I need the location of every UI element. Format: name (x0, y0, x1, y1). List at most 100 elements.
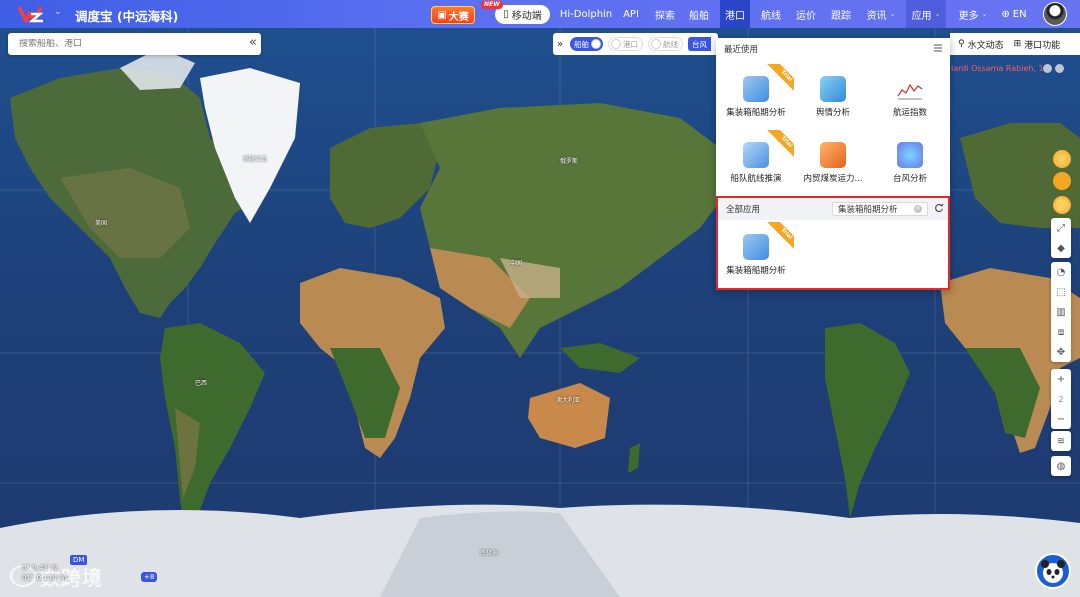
search-box: « (8, 33, 261, 55)
port-function-button[interactable]: ⊞ 港口功能 (1014, 38, 1061, 51)
chevron-down-icon[interactable]: ⌄ (54, 7, 62, 17)
app-label: 集装箱船期分析 (726, 108, 786, 118)
app-label: 集装箱船期分析 (726, 266, 786, 276)
mobile-button[interactable]: ▯ 移动端 (495, 5, 550, 24)
assistant-avatar[interactable] (1035, 553, 1071, 589)
map-label-russia: 俄罗斯 (560, 158, 579, 165)
app-search-input[interactable]: 集装箱船期分析 × (832, 202, 928, 216)
zoom-out-button[interactable]: − (1051, 409, 1071, 429)
nav-news[interactable]: 资讯 ⌄ (862, 0, 900, 28)
list-menu-icon[interactable] (934, 44, 942, 52)
settings-icon[interactable] (1043, 64, 1052, 73)
user-avatar[interactable] (1043, 2, 1067, 26)
wave-icon: ⚲ (958, 39, 965, 49)
globe-icon: ◍ (1056, 460, 1066, 472)
trial-ribbon: Trial (766, 130, 794, 158)
nav-label: Hi-Dolphin (559, 8, 613, 20)
fullscreen-icon[interactable]: ⤢ (1051, 218, 1071, 238)
nav-label: 航线 (761, 10, 781, 22)
toggle-label: 台风 (692, 39, 707, 49)
more-badge[interactable]: +8 (141, 572, 158, 582)
globe-icon: ⊕ (1001, 8, 1010, 20)
nav-more[interactable]: 更多 ⌄ (954, 0, 992, 28)
app-search-value: 集装箱船期分析 (838, 205, 898, 215)
nav-apps[interactable]: 应用 ⌄ (906, 0, 946, 28)
app-title[interactable]: 调度宝 (中远海科) (75, 6, 178, 25)
ship-name-label[interactable]: lardi Ossama Rabieh, 1 (951, 64, 1044, 73)
nav-freight[interactable]: 运价 (792, 0, 820, 28)
app-coal-capacity[interactable]: 内贸煤炭运力... (794, 142, 868, 200)
alert-icon[interactable] (1053, 196, 1071, 214)
nav-label: 跟踪 (831, 10, 851, 22)
nav-label: 资讯 (866, 10, 887, 22)
app-label: 台风分析 (892, 174, 927, 184)
nav-label: 应用 (911, 10, 932, 22)
nav-routes[interactable]: 航线 (756, 0, 786, 28)
nav-tracking[interactable]: 跟踪 (826, 0, 856, 28)
dm-format-toggle[interactable]: DM (70, 555, 88, 565)
search-input[interactable] (19, 39, 239, 49)
chat-icon[interactable] (1053, 172, 1071, 190)
app-label: 舆情分析 (815, 108, 850, 118)
nav-ports[interactable]: 港口 (720, 0, 750, 28)
layers-icon: ≋ (1056, 435, 1066, 447)
chevron-down-icon: ⌄ (889, 10, 896, 18)
port-function-label: 港口功能 (1024, 40, 1061, 51)
layers-button[interactable]: ≋ (1051, 431, 1071, 451)
app-sentiment[interactable]: 舆情分析 (794, 76, 868, 134)
coal-capacity-icon (820, 142, 846, 168)
toggle-routes[interactable]: 航线 (648, 37, 683, 51)
nav-label: API (623, 8, 639, 20)
nav-explore[interactable]: 探索 (651, 0, 679, 28)
new-badge: NEW (481, 1, 503, 9)
longitude-value: 01° 0.130' W (22, 574, 68, 582)
screenshot-icon[interactable]: ⧈ (1051, 322, 1071, 342)
area-select-icon[interactable]: ⬚ (1051, 282, 1071, 302)
app-label: 航运指数 (892, 108, 927, 118)
collapse-panel-icon[interactable]: « (249, 36, 257, 50)
nav-label: 更多 (958, 10, 979, 22)
locate-icon[interactable]: ◆ (1051, 238, 1071, 258)
nav-hi-dolphin[interactable]: Hi-Dolphin (560, 0, 612, 28)
language-button[interactable]: ⊕ EN (998, 0, 1030, 28)
toggle-typhoon[interactable]: 台风 (688, 37, 711, 51)
weather-icon[interactable] (1053, 150, 1071, 168)
mobile-button-label: 移动端 (511, 11, 542, 22)
double-chevron-right-icon[interactable]: » (557, 39, 565, 50)
hydro-label: 水文动态 (967, 40, 1004, 51)
clear-icon[interactable]: × (914, 205, 922, 213)
ruler-icon[interactable]: ▥ (1051, 302, 1071, 322)
nav-api[interactable]: API (618, 0, 644, 28)
chart-icon: ⊞ (1013, 39, 1022, 49)
compass-icon[interactable]: ✥ (1051, 342, 1071, 362)
all-apps-title: 全部应用 (726, 205, 761, 215)
app-typhoon[interactable]: 台风分析 (871, 142, 945, 200)
app-shipping-index[interactable]: 航运指数 (871, 76, 945, 134)
toggle-knob (591, 39, 601, 49)
recent-apps-section: 最近使用 集装箱船期分析 Trial 舆情分析 航运指数 船队航线推演 Tria… (716, 38, 950, 188)
globe-button[interactable]: ◍ (1051, 456, 1071, 476)
sentiment-icon (820, 76, 846, 102)
typhoon-icon (897, 142, 923, 168)
live-contest-button[interactable]: ▣ 大赛 (431, 6, 475, 24)
logo-icon[interactable] (18, 5, 48, 23)
top-bar: ⌄ 调度宝 (中远海科) ▣ 大赛 NEW ▯ 移动端 Hi-Dolphin A… (0, 0, 1080, 28)
coordinates-readout: 0° 0.42' N 01° 0.130' W (22, 563, 68, 583)
layer-toggle-bar: » 船舶 港口 航线 台风 (553, 33, 718, 55)
measure-icon[interactable]: ◔ (1051, 262, 1071, 282)
toggle-ships[interactable]: 船舶 (570, 37, 603, 51)
nav-label: 船舶 (689, 10, 709, 22)
map-label-greenland: 格陵兰岛 (243, 156, 268, 163)
map-label-china: 中国 (510, 260, 523, 267)
nav-label: 探索 (655, 10, 675, 22)
ship-tools (1043, 64, 1064, 73)
all-apps-section: 全部应用 集装箱船期分析 × 集装箱船期分析 Trial (716, 196, 950, 290)
close-icon[interactable] (1055, 64, 1064, 73)
hydro-button[interactable]: ⚲ 水文动态 (958, 38, 1004, 51)
zoom-in-button[interactable]: + (1051, 369, 1071, 389)
refresh-icon[interactable] (934, 203, 944, 213)
nav-label: 运价 (796, 10, 816, 22)
nav-ships[interactable]: 船舶 (685, 0, 713, 28)
toggle-ports[interactable]: 港口 (608, 37, 643, 51)
toggle-label: 航线 (663, 39, 678, 49)
